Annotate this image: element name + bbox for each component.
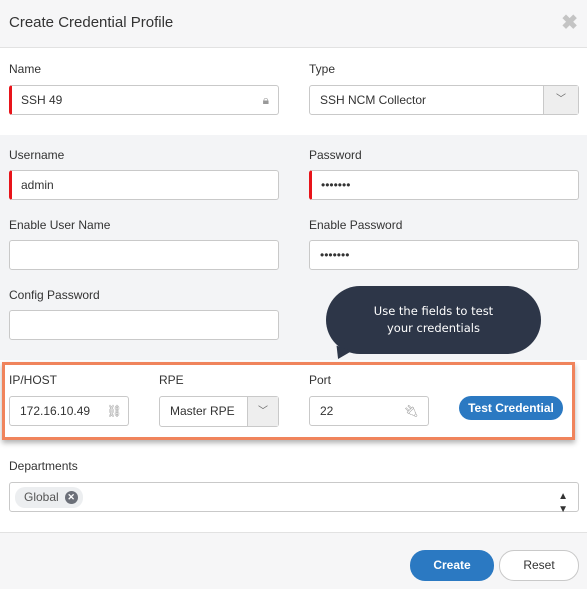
- port-value: 22: [320, 404, 334, 418]
- rpe-value: Master RPE: [170, 404, 235, 418]
- plug-icon: 🔌︎: [403, 404, 419, 418]
- password-label: Password: [309, 148, 362, 162]
- port-label: Port: [309, 373, 332, 387]
- dialog-title: Create Credential Profile: [9, 14, 174, 31]
- chevron-down-icon[interactable]: ﹀: [543, 86, 578, 114]
- close-icon[interactable]: ✖: [561, 10, 578, 35]
- sort-arrows-icon: ▲ ▼: [558, 491, 568, 515]
- ip-host-value: 172.16.10.49: [20, 404, 91, 418]
- type-label: Type: [309, 62, 336, 76]
- reset-button[interactable]: Reset: [499, 550, 579, 581]
- enable-user-label: Enable User Name: [9, 218, 111, 232]
- tooltip-line: your credentials: [387, 321, 480, 335]
- name-label: Name: [9, 62, 42, 76]
- rpe-select[interactable]: Master RPE ﹀: [159, 396, 279, 427]
- tooltip-line: Use the fields to test: [373, 304, 494, 318]
- departments-select[interactable]: Global ✕ ▲ ▼: [9, 482, 579, 515]
- tooltip: Use the fields to test your credentials: [326, 286, 541, 354]
- password-input[interactable]: •••••••: [309, 170, 579, 200]
- username-label: Username: [9, 148, 65, 162]
- tag-label: Global: [24, 490, 59, 504]
- department-tag: Global ✕: [15, 487, 83, 508]
- enable-password-input[interactable]: •••••••: [309, 240, 579, 270]
- type-select[interactable]: SSH NCM Collector ﹀: [309, 85, 579, 115]
- port-input[interactable]: 22 🔌︎: [309, 396, 429, 426]
- remove-tag-icon[interactable]: ✕: [64, 491, 78, 504]
- type-value: SSH NCM Collector: [320, 93, 427, 107]
- name-value: SSH 49: [21, 93, 63, 107]
- test-credential-button[interactable]: Test Credential: [459, 396, 563, 420]
- lock-icon: 🔒︎: [262, 93, 269, 107]
- enable-user-input[interactable]: [9, 240, 279, 270]
- binoculars-icon[interactable]: ⛓︎: [107, 397, 122, 425]
- ip-host-label: IP/HOST: [9, 373, 58, 387]
- ip-host-input[interactable]: 172.16.10.49 ⛓︎: [9, 396, 129, 426]
- create-button[interactable]: Create: [410, 550, 494, 581]
- config-password-input[interactable]: [9, 310, 279, 340]
- name-input[interactable]: SSH 49 🔒︎: [9, 85, 279, 115]
- enable-password-label: Enable Password: [309, 218, 403, 232]
- config-password-label: Config Password: [9, 288, 100, 302]
- departments-label: Departments: [9, 459, 78, 473]
- username-input[interactable]: admin: [9, 170, 279, 200]
- chevron-down-icon[interactable]: ﹀: [247, 397, 278, 426]
- rpe-label: RPE: [159, 373, 184, 387]
